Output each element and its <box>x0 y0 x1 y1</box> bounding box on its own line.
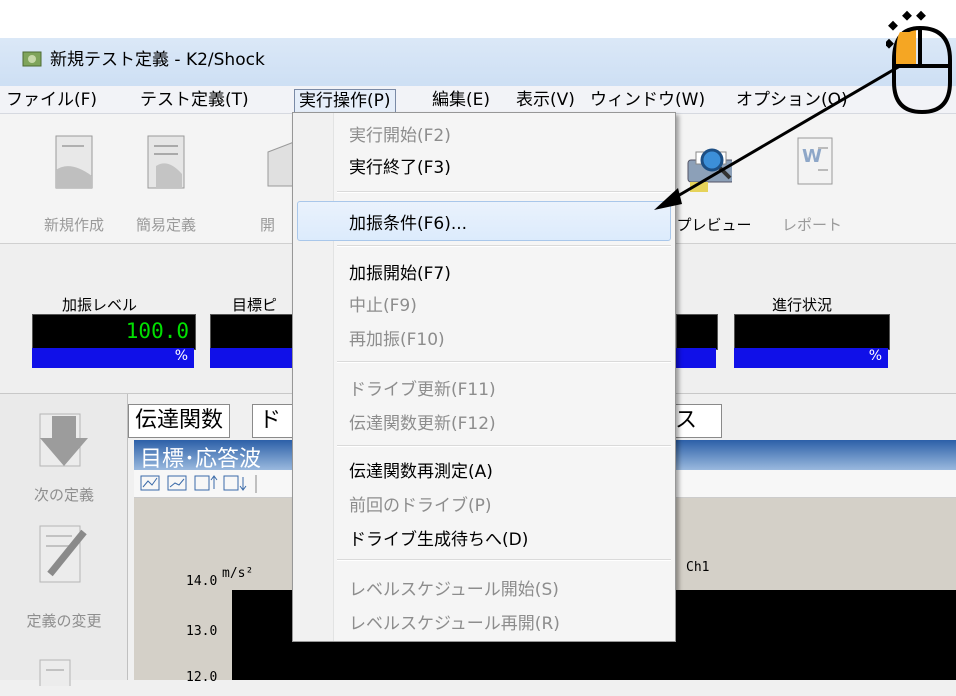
target-gauge <box>210 314 302 350</box>
menu-item-re-excite[interactable]: 再加振(F10) <box>349 325 445 350</box>
level-label: 加振レベル <box>62 296 138 314</box>
level-unit: % <box>174 348 188 364</box>
tick-14: 14.0 <box>186 574 218 589</box>
next-definition-label: 次の定義 <box>33 486 94 504</box>
menu-item-excitation-conditions[interactable]: 加振条件(F6)... <box>349 209 467 234</box>
plot-title: 目標･応答波 <box>140 447 262 472</box>
progress-unit-bar: % <box>734 348 888 368</box>
dropdown-separator <box>337 445 671 447</box>
hidden-gauge <box>676 314 718 350</box>
menu-item-end-run[interactable]: 実行終了(F3) <box>349 153 451 178</box>
down-arrow-icon <box>39 413 88 467</box>
menu-item-remeasure-transfer-function[interactable]: 伝達関数再測定(A) <box>349 457 493 482</box>
progress-unit: % <box>868 348 882 364</box>
plot-unit: m/s² <box>222 566 254 581</box>
menu-run-operation[interactable]: 実行操作(P) <box>294 89 396 113</box>
simple-definition-icon <box>147 135 185 189</box>
level-value: 100.0 <box>125 319 189 343</box>
hidden-unit-bar <box>676 348 716 368</box>
next-definition-button[interactable]: 次の定義 <box>0 412 128 512</box>
dropdown-separator <box>337 245 671 247</box>
plot-tool-icons[interactable] <box>140 473 270 495</box>
menu-view[interactable]: 表示(V) <box>512 89 579 111</box>
tab-other[interactable]: ス <box>668 404 722 438</box>
plot-channel: Ch1 <box>686 560 710 575</box>
menu-item-await-drive-generation[interactable]: ドライブ生成待ちへ(D) <box>349 525 528 550</box>
window-title: 新規テスト定義 - K2/Shock <box>50 50 265 70</box>
run-operation-dropdown: 実行開始(F2) 実行終了(F3) 加振条件(F6)... 加振開始(F7) 中… <box>292 112 676 642</box>
menu-item-start-excitation[interactable]: 加振開始(F7) <box>349 259 451 284</box>
tick-12: 12.0 <box>186 670 218 685</box>
tick-13: 13.0 <box>186 624 218 639</box>
menu-item-resume-level-schedule[interactable]: レベルスケジュール再開(R) <box>349 609 560 634</box>
change-definition-button[interactable]: 定義の変更 <box>0 522 128 630</box>
progress-label: 進行状況 <box>772 296 833 314</box>
target-label: 目標ピ <box>232 296 278 314</box>
progress-gauge <box>734 314 890 350</box>
level-unit-bar: % <box>32 348 194 368</box>
edit-document-icon <box>39 525 87 583</box>
menu-item-start-level-schedule[interactable]: レベルスケジュール開始(S) <box>349 575 559 600</box>
menu-file[interactable]: ファイル(F) <box>2 89 101 111</box>
menu-item-start-run[interactable]: 実行開始(F2) <box>349 121 451 146</box>
dropdown-gutter <box>293 113 334 641</box>
dropdown-separator <box>337 361 671 363</box>
change-definition-label: 定義の変更 <box>26 612 102 630</box>
menu-item-previous-drive[interactable]: 前回のドライブ(P) <box>349 491 492 516</box>
menu-test-definition[interactable]: テスト定義(T) <box>136 89 253 111</box>
left-sidebar: 次の定義 定義の変更 <box>0 394 128 686</box>
simple-definition-button[interactable]: 簡易定義 <box>124 124 208 234</box>
menu-item-update-drive[interactable]: ドライブ更新(F11) <box>349 375 496 400</box>
menu-edit[interactable]: 編集(E) <box>428 89 494 111</box>
third-sidebar-button[interactable] <box>0 656 128 696</box>
new-label: 新規作成 <box>43 216 104 234</box>
new-button[interactable]: 新規作成 <box>32 124 116 234</box>
menu-item-update-transfer-function[interactable]: 伝達関数更新(F12) <box>349 409 496 434</box>
simple-definition-label: 簡易定義 <box>135 216 196 234</box>
tab-transfer-function[interactable]: 伝達関数 <box>128 404 231 438</box>
target-unit-bar <box>210 348 300 368</box>
level-gauge: 100.0 <box>32 314 196 350</box>
new-document-icon <box>55 135 93 189</box>
mouse-icon <box>886 10 952 115</box>
document-icon <box>39 659 71 686</box>
dropdown-separator <box>337 559 671 561</box>
dropdown-separator <box>337 191 671 193</box>
menu-item-stop[interactable]: 中止(F9) <box>349 291 417 316</box>
app-icon <box>22 51 42 67</box>
